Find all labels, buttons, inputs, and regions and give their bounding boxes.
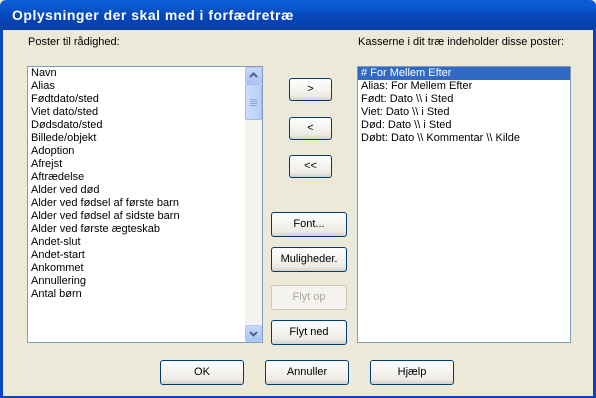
list-item[interactable]: Annullering xyxy=(28,275,262,288)
scroll-down-button[interactable] xyxy=(245,325,262,342)
options-button[interactable]: Muligheder. xyxy=(271,247,347,272)
list-item[interactable]: Alder ved første ægteskab xyxy=(28,223,262,236)
available-items-label: Poster til rådighed: xyxy=(28,36,120,48)
list-item[interactable]: Alias xyxy=(28,80,262,93)
available-list-scrollbar[interactable] xyxy=(245,67,262,342)
list-item[interactable]: Død: Dato \\ i Sted xyxy=(358,119,570,132)
list-item[interactable]: Ankommet xyxy=(28,262,262,275)
list-item[interactable]: Antal børn xyxy=(28,288,262,301)
list-item[interactable]: Andet-slut xyxy=(28,236,262,249)
list-item[interactable]: Fødtdato/sted xyxy=(28,93,262,106)
help-button[interactable]: Hjælp xyxy=(370,360,454,385)
available-items-container: Navn Alias Fødtdato/sted Viet dato/sted Døds… xyxy=(28,67,262,301)
window-frame-left xyxy=(0,30,3,398)
chevron-up-icon xyxy=(249,72,258,78)
selected-items-container: # For Mellem Efter Alias: For Mellem Efte… xyxy=(358,67,570,145)
list-item[interactable]: Dødsdato/sted xyxy=(28,119,262,132)
move-up-button[interactable]: Flyt op xyxy=(271,285,347,310)
selected-items-list[interactable]: # For Mellem Efter Alias: For Mellem Efte… xyxy=(357,66,571,343)
list-item[interactable]: Andet-start xyxy=(28,249,262,262)
list-item[interactable]: Døbt: Dato \\ Kommentar \\ Kilde xyxy=(358,132,570,145)
remove-item-button[interactable]: < xyxy=(289,117,332,140)
list-item[interactable]: Adoption xyxy=(28,145,262,158)
list-item[interactable]: Født: Dato \\ i Sted xyxy=(358,93,570,106)
list-item[interactable]: Alder ved fødsel af første barn xyxy=(28,197,262,210)
add-item-button[interactable]: > xyxy=(289,78,332,101)
move-down-button[interactable]: Flyt ned xyxy=(271,320,347,345)
window-title: Oplysninger der skal med i forfædretræ xyxy=(12,7,294,23)
list-item[interactable]: Alder ved fødsel af sidste barn xyxy=(28,210,262,223)
list-item[interactable]: Billede/objekt xyxy=(28,132,262,145)
list-item[interactable]: # For Mellem Efter xyxy=(358,67,570,80)
list-item[interactable]: Aftrædelse xyxy=(28,171,262,184)
scroll-thumb[interactable] xyxy=(245,84,262,120)
scroll-up-button[interactable] xyxy=(245,67,262,84)
font-button[interactable]: Font... xyxy=(271,212,347,237)
list-item[interactable]: Alder ved død xyxy=(28,184,262,197)
available-items-list[interactable]: Navn Alias Fødtdato/sted Viet dato/sted Døds… xyxy=(27,66,263,343)
chevron-down-icon xyxy=(249,331,258,337)
cancel-button[interactable]: Annuller xyxy=(265,360,349,385)
selected-items-label: Kasserne i dit træ indeholder disse post… xyxy=(358,36,565,48)
list-item[interactable]: Viet: Dato \\ i Sted xyxy=(358,106,570,119)
list-item[interactable]: Alias: For Mellem Efter xyxy=(358,80,570,93)
list-item[interactable]: Viet dato/sted xyxy=(28,106,262,119)
ok-button[interactable]: OK xyxy=(160,360,244,385)
remove-all-button[interactable]: << xyxy=(289,155,332,178)
list-item[interactable]: Navn xyxy=(28,67,262,80)
list-item[interactable]: Afrejst xyxy=(28,158,262,171)
window-title-bar: Oplysninger der skal med i forfædretræ xyxy=(0,0,596,30)
